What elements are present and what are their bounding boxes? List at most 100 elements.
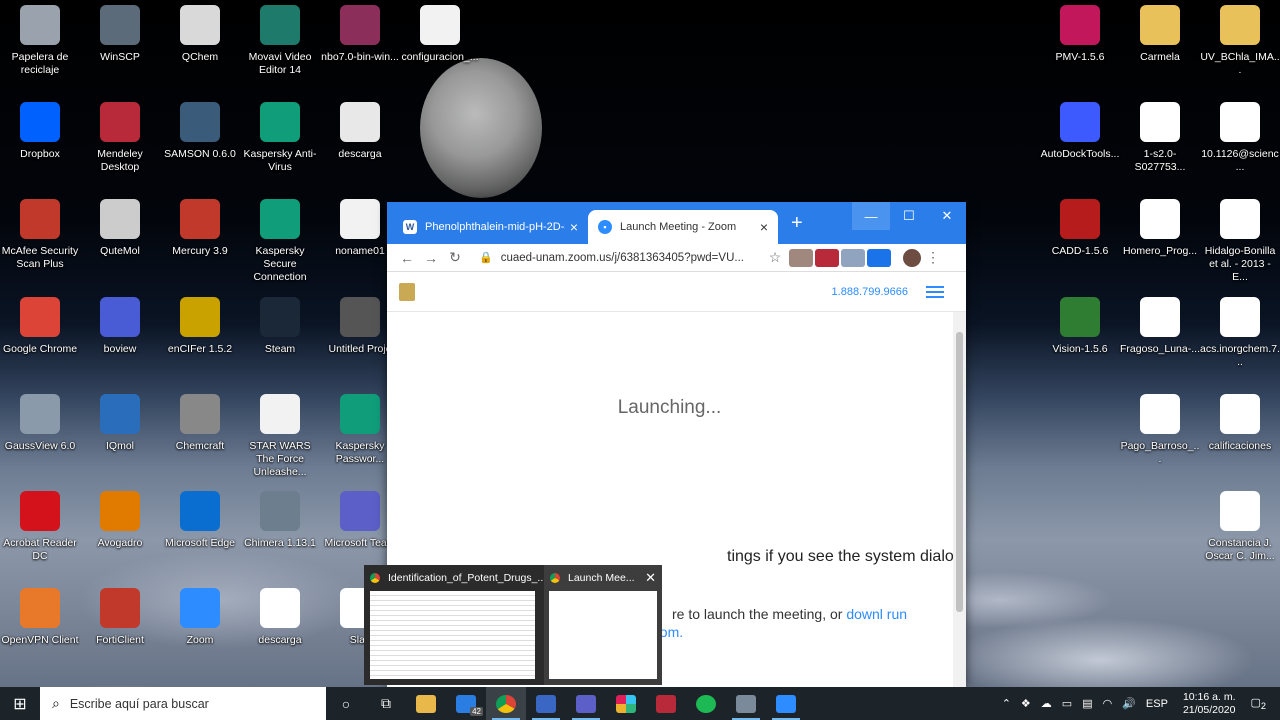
extension-icon[interactable]: [867, 248, 891, 267]
tab-launch-meeting[interactable]: ▪ Launch Meeting - Zoom ×: [588, 210, 778, 244]
chevron-up-icon[interactable]: ⌃: [1002, 697, 1011, 710]
forward-icon[interactable]: →: [419, 250, 443, 266]
desktop-icon[interactable]: Google Chrome: [0, 297, 80, 356]
desktop-icon[interactable]: UV_BChla_IMA...: [1200, 5, 1280, 77]
desktop-icon[interactable]: enCIFer 1.5.2: [160, 297, 240, 356]
desktop-icon[interactable]: boview: [80, 297, 160, 356]
spotify-taskbar-icon[interactable]: [686, 687, 726, 720]
desktop-icon[interactable]: Kaspersky Secure Connection: [240, 199, 320, 284]
clock[interactable]: 10:16 a. m. 21/05/2020: [1183, 691, 1236, 717]
desktop-icon-label: acs.inorgchem.7...: [1200, 343, 1280, 368]
hamburger-menu-icon[interactable]: [926, 285, 944, 298]
extension-icon[interactable]: [789, 248, 813, 267]
wifi-icon[interactable]: ◠: [1103, 697, 1113, 710]
desktop-icon[interactable]: Chemcraft: [160, 394, 240, 453]
desktop-icon[interactable]: FortiClient: [80, 588, 160, 647]
desktop-icon[interactable]: Movavi Video Editor 14: [240, 5, 320, 77]
desktop-icon[interactable]: 1-s2.0-S027753...: [1120, 102, 1200, 174]
desktop-icon[interactable]: Fragoso_Luna-...: [1120, 297, 1200, 356]
desktop-icon[interactable]: STAR WARS The Force Unleashe...: [240, 394, 320, 479]
desktop-icon[interactable]: Dropbox: [0, 102, 80, 161]
close-thumbnail-icon[interactable]: ✕: [645, 570, 656, 586]
desktop-icon[interactable]: WinSCP: [80, 5, 160, 64]
download-link[interactable]: downl: [846, 606, 883, 622]
onedrive-icon[interactable]: ☁: [1041, 697, 1052, 710]
desktop-icon[interactable]: descarga: [320, 102, 400, 161]
close-tab-icon[interactable]: ×: [760, 219, 768, 235]
desktop-icon[interactable]: Constancia J. Oscar C. Jim...: [1200, 491, 1280, 563]
notification-center-icon[interactable]: ▢2: [1251, 696, 1267, 711]
thumbnail-identification[interactable]: Identification_of_Potent_Drugs_...: [364, 565, 544, 685]
reload-icon[interactable]: ↻: [443, 249, 467, 266]
desktop-icon[interactable]: Zoom: [160, 588, 240, 647]
mendeley-extension-icon[interactable]: [815, 248, 839, 267]
dropbox-tray-icon[interactable]: ❖: [1021, 697, 1031, 710]
desktop-icon[interactable]: Homero_Prog...: [1120, 199, 1200, 258]
network-icon[interactable]: ▤: [1082, 697, 1092, 710]
desktop-icon[interactable]: Kaspersky Anti-Virus: [240, 102, 320, 174]
maximize-button[interactable]: ☐: [890, 202, 928, 230]
battery-icon[interactable]: ▭: [1062, 697, 1072, 710]
address-bar[interactable]: 🔒 cuaed-unam.zoom.us/j/6381363405?pwd=VU…: [473, 247, 763, 269]
profile-avatar[interactable]: [903, 248, 921, 267]
desktop-icon[interactable]: calificaciones: [1200, 394, 1280, 453]
task-view-icon[interactable]: ⧉: [366, 687, 406, 720]
snipping-tool-icon[interactable]: [726, 687, 766, 720]
desktop-icon[interactable]: Mendeley Desktop: [80, 102, 160, 174]
minimize-button[interactable]: —: [852, 202, 890, 230]
dropbox-extension-icon[interactable]: [841, 248, 865, 267]
desktop-icon[interactable]: Microsoft Edge: [160, 491, 240, 550]
desktop-icon[interactable]: PMV-1.5.6: [1040, 5, 1120, 64]
mendeley-taskbar-icon[interactable]: [646, 687, 686, 720]
scrollbar-thumb[interactable]: [956, 332, 963, 612]
bookmark-star-icon[interactable]: ☆: [763, 249, 787, 266]
run-link[interactable]: run: [883, 606, 907, 622]
file-explorer-icon[interactable]: [406, 687, 446, 720]
desktop-icon[interactable]: configuracion_...: [400, 5, 480, 64]
menu-kebab-icon[interactable]: ⋮: [921, 249, 945, 266]
taskbar-search[interactable]: ⌕ Escribe aquí para buscar: [40, 687, 326, 720]
desktop-icon[interactable]: Avogadro: [80, 491, 160, 550]
desktop-icon[interactable]: acs.inorgchem.7...: [1200, 297, 1280, 369]
desktop-icon[interactable]: SAMSON 0.6.0: [160, 102, 240, 161]
desktop-icon[interactable]: QuteMol: [80, 199, 160, 258]
desktop-icon[interactable]: nbo7.0-bin-win...: [320, 5, 400, 64]
desktop-icon[interactable]: Hidalgo-Bonilla et al. - 2013 - E...: [1200, 199, 1280, 284]
zoom-taskbar-icon[interactable]: [766, 687, 806, 720]
desktop-icon[interactable]: McAfee Security Scan Plus: [0, 199, 80, 271]
page-scrollbar[interactable]: [953, 312, 966, 687]
new-tab-button[interactable]: +: [791, 212, 803, 235]
teams-taskbar-icon[interactable]: [566, 687, 606, 720]
tab-phenolphthalein[interactable]: W Phenolphthalein-mid-pH-2D-s ×: [393, 210, 588, 244]
close-window-button[interactable]: ✕: [928, 202, 966, 230]
volume-icon[interactable]: 🔊: [1122, 697, 1136, 710]
desktop-icon[interactable]: Papelera de reciclaje: [0, 5, 80, 77]
desktop-icon[interactable]: QChem: [160, 5, 240, 64]
desktop-icon[interactable]: OpenVPN Client: [0, 588, 80, 647]
close-tab-icon[interactable]: ×: [570, 219, 578, 235]
desktop-icon[interactable]: GaussView 6.0: [0, 394, 80, 453]
desktop-icon[interactable]: AutoDockTools...: [1040, 102, 1120, 161]
desktop-icon[interactable]: CADD-1.5.6: [1040, 199, 1120, 258]
language-indicator[interactable]: ESP: [1146, 698, 1168, 710]
desktop-icon[interactable]: 10.1126@scienc...: [1200, 102, 1280, 174]
mail-icon[interactable]: 42: [446, 687, 486, 720]
desktop-icon[interactable]: Pago_Barroso_...: [1120, 394, 1200, 466]
thumbnail-launch-meeting[interactable]: Launch Mee... ✕: [544, 565, 662, 685]
back-icon[interactable]: ←: [395, 250, 419, 266]
iqmol-icon: [100, 394, 140, 434]
desktop-icon[interactable]: Chimera 1.13.1: [240, 491, 320, 550]
desktop-icon[interactable]: IQmol: [80, 394, 160, 453]
windows-start-icon[interactable]: ⊞: [0, 687, 40, 720]
cortana-icon[interactable]: ○: [326, 687, 366, 720]
desktop-icon[interactable]: Acrobat Reader DC: [0, 491, 80, 563]
desktop-icon[interactable]: Vision-1.5.6: [1040, 297, 1120, 356]
desktop-icon[interactable]: Steam: [240, 297, 320, 356]
remote-desktop-icon[interactable]: [526, 687, 566, 720]
desktop-icon[interactable]: Carmela: [1120, 5, 1200, 64]
phone-number[interactable]: 1.888.799.9666: [832, 286, 908, 298]
desktop-icon[interactable]: Mercury 3.9: [160, 199, 240, 258]
desktop-icon[interactable]: descarga: [240, 588, 320, 647]
chrome-taskbar-icon[interactable]: [486, 687, 526, 720]
slack-taskbar-icon[interactable]: [606, 687, 646, 720]
